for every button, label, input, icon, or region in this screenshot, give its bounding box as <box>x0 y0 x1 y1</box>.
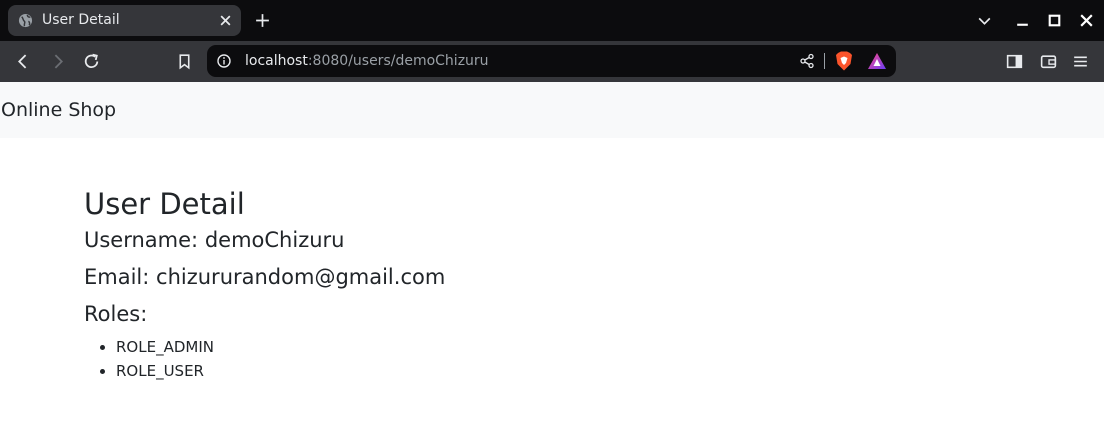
brave-rewards-icon[interactable] <box>867 52 887 70</box>
share-icon[interactable] <box>799 53 815 69</box>
email-label: Email: <box>84 265 150 289</box>
close-window-icon[interactable] <box>1078 12 1095 29</box>
new-tab-icon[interactable] <box>254 12 271 29</box>
globe-icon <box>18 13 33 28</box>
wallet-icon[interactable] <box>1039 52 1058 71</box>
page-title: User Detail <box>84 187 245 221</box>
maximize-icon[interactable] <box>1046 12 1063 29</box>
url-host: localhost <box>245 53 308 69</box>
tab-list-chevron-icon[interactable] <box>976 12 993 29</box>
back-icon[interactable] <box>14 52 33 71</box>
browser-toolbar: localhost:8080/users/demoChizuru <box>0 41 1104 82</box>
browser-tab[interactable]: User Detail <box>8 5 241 36</box>
browser-titlebar: User Detail <box>0 0 1104 41</box>
url-path: :8080/users/demoChizuru <box>307 53 489 69</box>
email-line: Email: chizururandom@gmail.com <box>84 264 445 290</box>
role-item: ROLE_USER <box>116 359 445 383</box>
tab-title: User Detail <box>42 12 120 28</box>
bookmark-icon[interactable] <box>175 52 194 71</box>
navbar-brand-link[interactable]: Online Shop <box>1 98 116 122</box>
user-detail-section: User Detail Username: demoChizuru Email:… <box>84 186 445 383</box>
forward-icon[interactable] <box>48 52 67 71</box>
site-info-icon[interactable] <box>217 54 231 68</box>
brave-shields-icon[interactable] <box>835 51 853 71</box>
navbar: Online Shop <box>0 82 1104 138</box>
url-text[interactable]: localhost:8080/users/demoChizuru <box>245 53 489 70</box>
email-value: chizururandom@gmail.com <box>156 265 446 289</box>
address-bar[interactable]: localhost:8080/users/demoChizuru <box>207 45 896 77</box>
minimize-icon[interactable] <box>1014 12 1031 29</box>
page-viewport: Online Shop User Detail Username: demoCh… <box>0 82 1104 432</box>
username-value: demoChizuru <box>204 228 345 252</box>
roles-heading: Roles: <box>84 302 148 326</box>
menu-icon[interactable] <box>1071 52 1090 71</box>
username-label: Username: <box>84 228 199 252</box>
username-line: Username: demoChizuru <box>84 227 445 253</box>
roles-list: ROLE_ADMIN ROLE_USER <box>98 335 445 383</box>
close-tab-icon[interactable] <box>219 14 232 27</box>
address-bar-divider <box>824 53 825 69</box>
reload-icon[interactable] <box>82 52 101 71</box>
sidebar-toggle-icon[interactable] <box>1005 52 1024 71</box>
role-item: ROLE_ADMIN <box>116 335 445 359</box>
